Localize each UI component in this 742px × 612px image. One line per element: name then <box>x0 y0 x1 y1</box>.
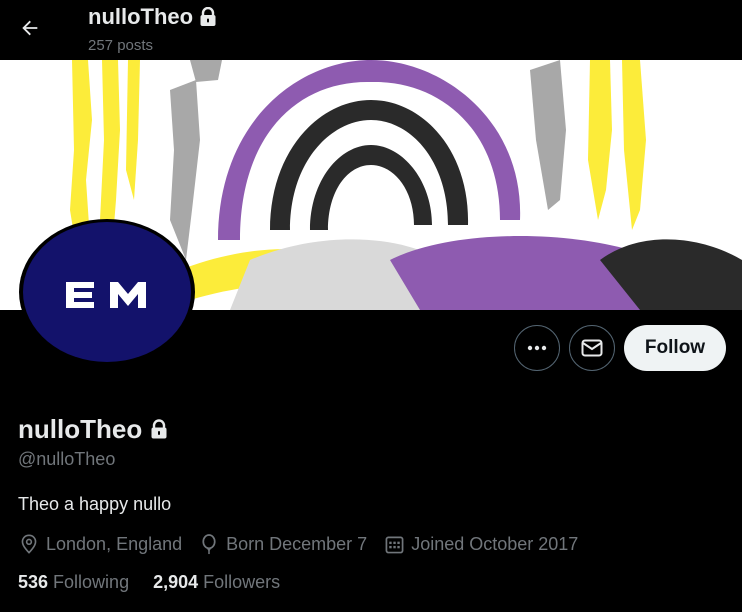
following-count: 536 <box>18 572 49 592</box>
header-title: nulloTheo <box>88 4 217 30</box>
joined-text: Joined October 2017 <box>411 533 579 554</box>
user-handle: @nulloTheo <box>18 449 116 469</box>
birthday-item: Born December 7 <box>198 533 367 555</box>
more-options-button[interactable] <box>514 325 560 371</box>
envelope-icon <box>581 339 603 357</box>
back-button[interactable] <box>12 10 48 46</box>
followers-count: 2,904 <box>153 572 199 592</box>
lock-icon <box>151 419 167 439</box>
lock-icon <box>200 7 216 26</box>
profile-stats: 536 Following 2,904 Followers <box>18 572 304 593</box>
more-dots-icon <box>527 345 547 351</box>
posts-count: 257 posts <box>88 37 154 54</box>
location-text: London, England <box>46 533 183 554</box>
location-item: London, England <box>18 533 182 555</box>
following-link[interactable]: 536 Following <box>18 572 129 593</box>
avatar-image <box>19 219 195 365</box>
following-label: Following <box>53 572 130 592</box>
top-bar: nulloTheo 257 posts <box>0 0 742 60</box>
arrow-left-icon <box>22 20 38 36</box>
balloon-icon <box>198 533 220 555</box>
birthday-text: Born December 7 <box>226 533 368 554</box>
message-button[interactable] <box>569 325 615 371</box>
followers-link[interactable]: 2,904 Followers <box>153 572 280 593</box>
header-name: nulloTheo <box>88 4 194 29</box>
profile-avatar[interactable] <box>18 218 196 366</box>
user-bio: Theo a happy nullo <box>18 494 172 514</box>
followers-label: Followers <box>203 572 281 592</box>
profile-meta: London, England Born December 7 Joined O… <box>18 533 594 555</box>
display-name: nulloTheo <box>18 414 168 445</box>
map-pin-icon <box>18 533 40 555</box>
display-name-text: nulloTheo <box>18 414 143 444</box>
joined-item: Joined October 2017 <box>383 533 578 555</box>
follow-button[interactable]: Follow <box>624 325 726 371</box>
calendar-icon <box>383 533 405 555</box>
